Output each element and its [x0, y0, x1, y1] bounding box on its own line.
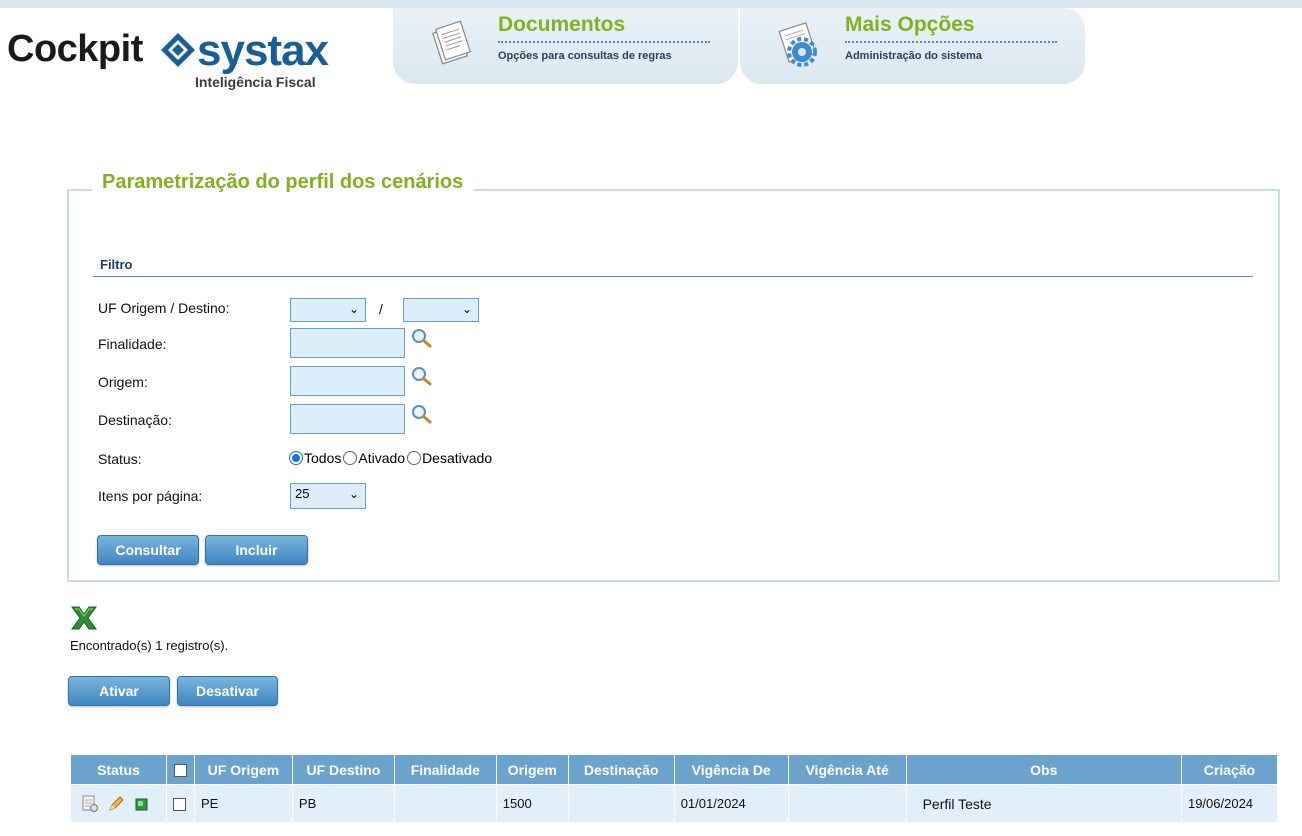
status-radio-todos[interactable]: Todos: [289, 450, 341, 466]
excel-export-icon[interactable]: [69, 604, 99, 632]
filter-panel: [67, 189, 1280, 582]
column-header-criacao[interactable]: Criação: [1180, 754, 1279, 785]
desativar-button[interactable]: Desativar: [177, 676, 278, 706]
ativar-button[interactable]: Ativar: [68, 676, 170, 706]
menu-tab-documentos[interactable]: Documentos Opções para consultas de regr…: [393, 8, 738, 84]
row-origem: 1500: [495, 784, 569, 823]
logo-cockpit-text: Cockpit: [7, 28, 143, 70]
results-table: Status UF Origem UF Destino Finalidade O…: [70, 754, 1279, 823]
column-header-destinacao[interactable]: Destinação: [567, 754, 675, 785]
column-header-uf-origem[interactable]: UF Origem: [193, 754, 293, 785]
status-radio-group: Todos Ativado Desativado: [289, 450, 494, 466]
logo-systax-text: systax: [197, 26, 329, 75]
destinacao-input[interactable]: [290, 404, 405, 434]
menu-tab-mais-opcoes[interactable]: Mais Opções Administração do sistema: [740, 8, 1085, 84]
incluir-button[interactable]: Incluir: [205, 535, 308, 565]
table-row: PE PB 1500 01/01/2024 Perfil Teste 19/06…: [70, 784, 1279, 823]
menu-tab-documentos-subtitle: Opções para consultas de regras: [498, 50, 672, 62]
chevron-down-icon: ⌄: [348, 487, 359, 501]
row-finalidade: [393, 784, 497, 823]
row-vigencia-de: 01/01/2024: [673, 784, 789, 823]
radio-button-checked[interactable]: [289, 451, 303, 465]
status-option-label: Todos: [304, 450, 342, 466]
menu-tab-mais-opcoes-subtitle: Administração do sistema: [845, 50, 982, 62]
column-header-obs[interactable]: Obs: [905, 754, 1182, 785]
row-obs: Perfil Teste: [905, 784, 1182, 823]
cockpit-systax-logo[interactable]: Cockpit systax Inteligência Fiscal: [7, 26, 347, 92]
row-status-cell: [70, 784, 167, 823]
itens-por-pagina-label: Itens por página:: [98, 488, 203, 504]
logo-tagline: Inteligência Fiscal: [195, 74, 316, 90]
origem-input[interactable]: [290, 366, 405, 396]
finalidade-label: Finalidade:: [98, 336, 167, 352]
top-strip: [0, 0, 1302, 8]
column-header-vigencia-de[interactable]: Vigência De: [673, 754, 789, 785]
consultar-button[interactable]: Consultar: [97, 535, 199, 565]
status-label: Status:: [98, 451, 142, 467]
radio-button[interactable]: [407, 451, 422, 465]
row-select-cell: [165, 784, 195, 823]
itens-por-pagina-select[interactable]: 25 ⌄: [290, 483, 366, 509]
menu-tab-divider: [845, 41, 1057, 43]
active-status-icon[interactable]: [133, 795, 151, 813]
status-radio-ativado[interactable]: Ativado: [343, 450, 405, 466]
column-header-uf-destino[interactable]: UF Destino: [291, 754, 395, 785]
status-option-label: Desativado: [422, 450, 493, 466]
menu-tab-divider: [498, 41, 710, 43]
finalidade-input[interactable]: [290, 328, 405, 358]
row-criacao: 19/06/2024: [1180, 784, 1279, 823]
chevron-down-icon: ⌄: [461, 302, 472, 316]
column-header-vigencia-ate[interactable]: Vigência Até: [787, 754, 907, 785]
row-vigencia-ate: [787, 784, 907, 823]
select-all-checkbox[interactable]: [173, 764, 187, 778]
search-icon[interactable]: [410, 365, 434, 389]
menu-tab-mais-opcoes-title: Mais Opções: [845, 13, 975, 36]
column-header-finalidade[interactable]: Finalidade: [393, 754, 497, 785]
uf-label: UF Origem / Destino:: [98, 300, 230, 316]
results-count-text: Encontrado(s) 1 registro(s).: [70, 638, 229, 653]
logo-diamond-icon: [161, 33, 195, 67]
search-icon[interactable]: [410, 327, 434, 351]
view-document-icon[interactable]: [81, 795, 99, 813]
column-header-select-all: [165, 754, 195, 785]
column-header-origem[interactable]: Origem: [495, 754, 569, 785]
settings-gear-icon: [778, 22, 817, 67]
status-option-label: Ativado: [358, 450, 406, 466]
chevron-down-icon: ⌄: [348, 302, 359, 316]
filter-heading: Filtro: [100, 257, 133, 272]
row-uf-destino: PB: [291, 784, 395, 823]
status-radio-desativado[interactable]: Desativado: [407, 450, 492, 466]
uf-destino-select[interactable]: ⌄: [403, 298, 479, 322]
documents-icon: [432, 20, 472, 65]
origem-label: Origem:: [98, 374, 148, 390]
menu-tab-documentos-title: Documentos: [498, 13, 626, 36]
uf-origem-select[interactable]: ⌄: [290, 298, 366, 322]
table-header-row: Status UF Origem UF Destino Finalidade O…: [70, 754, 1279, 785]
filter-divider: [93, 276, 1253, 277]
column-header-status[interactable]: Status: [70, 754, 167, 785]
itens-por-pagina-value: 25: [295, 486, 310, 501]
row-uf-origem: PE: [193, 784, 293, 823]
row-checkbox[interactable]: [172, 798, 186, 812]
row-destinacao: [567, 784, 675, 823]
search-icon[interactable]: [410, 403, 434, 427]
page-title: Parametrização do perfil dos cenários: [92, 171, 474, 194]
uf-separator: /: [379, 301, 383, 317]
radio-button[interactable]: [343, 451, 358, 465]
edit-pencil-icon[interactable]: [107, 795, 125, 813]
destinacao-label: Destinação:: [98, 412, 172, 428]
